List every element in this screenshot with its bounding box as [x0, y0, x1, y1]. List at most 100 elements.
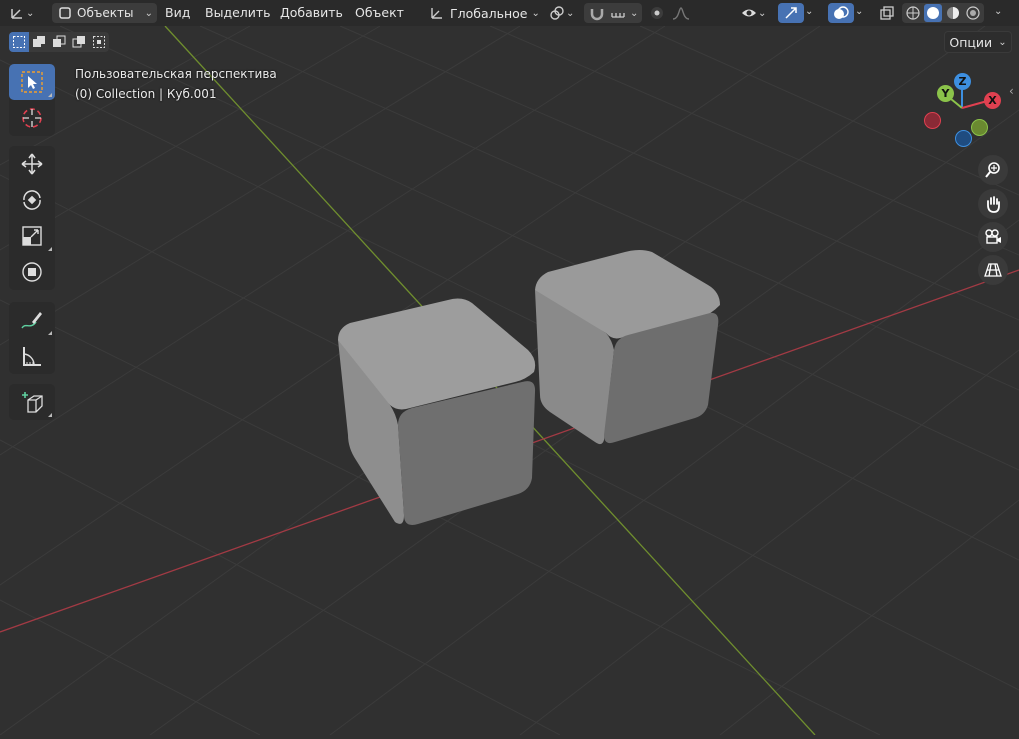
- xray-toggle[interactable]: [878, 3, 896, 23]
- tool-annotate[interactable]: [9, 302, 55, 338]
- scale-icon: [20, 224, 44, 248]
- axis-editor-icon: [8, 4, 26, 22]
- wireframe-shading-icon[interactable]: [904, 4, 922, 22]
- chevron-down-icon: ⌄: [26, 7, 35, 19]
- pivot-point-button[interactable]: ⌄: [548, 3, 574, 23]
- editor-type-button[interactable]: ⌄: [8, 3, 34, 23]
- select-extend-icon: [30, 33, 48, 51]
- tool-variants-indicator: [48, 331, 52, 335]
- tool-add-cube[interactable]: [9, 384, 55, 420]
- gizmo-toggle[interactable]: [778, 3, 804, 23]
- overlays-toggle[interactable]: [828, 3, 854, 23]
- mode-dropdown[interactable]: Объекты ⌄: [52, 3, 157, 23]
- orientation-dropdown[interactable]: Глобальное ⌄: [428, 3, 540, 23]
- transform-orientation-icon: [428, 4, 446, 22]
- select-new-button[interactable]: [9, 32, 29, 52]
- tool-transform[interactable]: [9, 254, 55, 290]
- solid-shading-icon[interactable]: [924, 4, 942, 22]
- gizmo-y-axis[interactable]: Y: [937, 85, 954, 102]
- options-dropdown[interactable]: Опции ⌄: [944, 31, 1012, 53]
- xray-icon: [878, 4, 896, 22]
- shading-dropdown-chevron[interactable]: ⌄: [994, 6, 1002, 17]
- rendered-shading-icon[interactable]: [964, 4, 982, 22]
- select-intersect-icon: [90, 33, 108, 51]
- orientation-label: Глобальное: [450, 5, 528, 21]
- select-invert-icon: [70, 33, 88, 51]
- add-cube-icon: [20, 390, 44, 414]
- cube-back[interactable]: [535, 250, 720, 445]
- options-label: Опции: [949, 34, 993, 50]
- mode-label: Объекты: [77, 6, 134, 20]
- navigation-gizmo[interactable]: Z Y X: [918, 68, 1010, 150]
- tool-rotate[interactable]: [9, 182, 55, 218]
- zoom-magnifier-icon: [984, 161, 1002, 179]
- hand-pan-icon: [984, 195, 1002, 213]
- rotate-icon: [20, 188, 44, 212]
- 3d-cursor-icon: [20, 106, 44, 130]
- tool-variants-indicator: [48, 93, 52, 97]
- 3d-viewport[interactable]: [0, 0, 1019, 736]
- select-subtract-button[interactable]: [49, 32, 69, 52]
- tool-measure[interactable]: [9, 338, 55, 374]
- camera-icon: [984, 228, 1002, 246]
- gizmo-neg-y-axis[interactable]: [971, 119, 988, 136]
- menu-object[interactable]: Объект: [355, 5, 404, 20]
- gizmo-z-axis[interactable]: Z: [954, 73, 971, 90]
- falloff-curve-icon: [672, 4, 690, 22]
- tool-variants-indicator: [48, 247, 52, 251]
- eye-icon: [740, 4, 758, 22]
- chevron-down-icon: ⌄: [998, 36, 1007, 48]
- gizmo-neg-z-axis[interactable]: [955, 130, 972, 147]
- chevron-down-icon: ⌄: [531, 7, 540, 19]
- tool-cursor[interactable]: [9, 100, 55, 136]
- chevron-down-icon: ⌄: [758, 7, 767, 19]
- select-intersect-button[interactable]: [89, 32, 109, 52]
- select-box-icon: [20, 70, 44, 94]
- pan-button[interactable]: [978, 189, 1008, 219]
- menu-view[interactable]: Вид: [165, 5, 190, 20]
- tool-variants-indicator: [48, 413, 52, 417]
- gizmo-dropdown-chevron[interactable]: ⌄: [805, 6, 813, 17]
- snap-increment-icon: [609, 4, 627, 22]
- zoom-button[interactable]: [978, 155, 1008, 185]
- select-box-new-icon: [10, 33, 28, 51]
- select-extend-button[interactable]: [29, 32, 49, 52]
- magnet-icon: [588, 4, 606, 22]
- gizmo-neg-x-axis[interactable]: [924, 112, 941, 129]
- overlays-icon: [832, 4, 850, 22]
- toolshelf-annotate-group: [9, 302, 55, 374]
- shading-modes[interactable]: [902, 3, 984, 23]
- tool-move[interactable]: [9, 146, 55, 182]
- toolshelf-select-group: [9, 64, 55, 136]
- gizmo-icon: [782, 4, 800, 22]
- chevron-down-icon: ⌄: [630, 7, 639, 19]
- selection-mode-group: [9, 32, 109, 52]
- transform-icon: [20, 260, 44, 284]
- move-icon: [20, 152, 44, 176]
- camera-view-button[interactable]: [978, 222, 1008, 252]
- select-subtract-icon: [50, 33, 68, 51]
- select-invert-button[interactable]: [69, 32, 89, 52]
- chevron-down-icon: ⌄: [144, 7, 153, 19]
- viewport-header: ⌄ Объекты ⌄ Вид Выделить Добавить Объект…: [0, 0, 1019, 26]
- grid-perspective-icon: [984, 261, 1002, 279]
- menu-select[interactable]: Выделить: [205, 5, 271, 20]
- snap-button[interactable]: ⌄: [584, 3, 643, 23]
- overlays-dropdown-chevron[interactable]: ⌄: [855, 6, 863, 17]
- object-mode-icon: [56, 4, 74, 22]
- measure-ruler-icon: [20, 344, 44, 368]
- proportional-editing[interactable]: [648, 3, 690, 23]
- proportional-edit-icon: [648, 4, 666, 22]
- toolshelf-add-group: [9, 384, 55, 420]
- chevron-down-icon: ⌄: [566, 7, 575, 19]
- tool-select-box[interactable]: [9, 64, 55, 100]
- tool-scale[interactable]: [9, 218, 55, 254]
- visibility-dropdown[interactable]: ⌄: [740, 3, 766, 23]
- sidebar-collapse-arrow[interactable]: ‹: [1009, 84, 1014, 98]
- material-shading-icon[interactable]: [944, 4, 962, 22]
- perspective-toggle-button[interactable]: [978, 255, 1008, 285]
- active-object-label: (0) Collection | Куб.001: [75, 87, 217, 101]
- gizmo-x-axis[interactable]: X: [984, 92, 1001, 109]
- menu-add[interactable]: Добавить: [280, 5, 343, 20]
- pivot-link-icon: [548, 4, 566, 22]
